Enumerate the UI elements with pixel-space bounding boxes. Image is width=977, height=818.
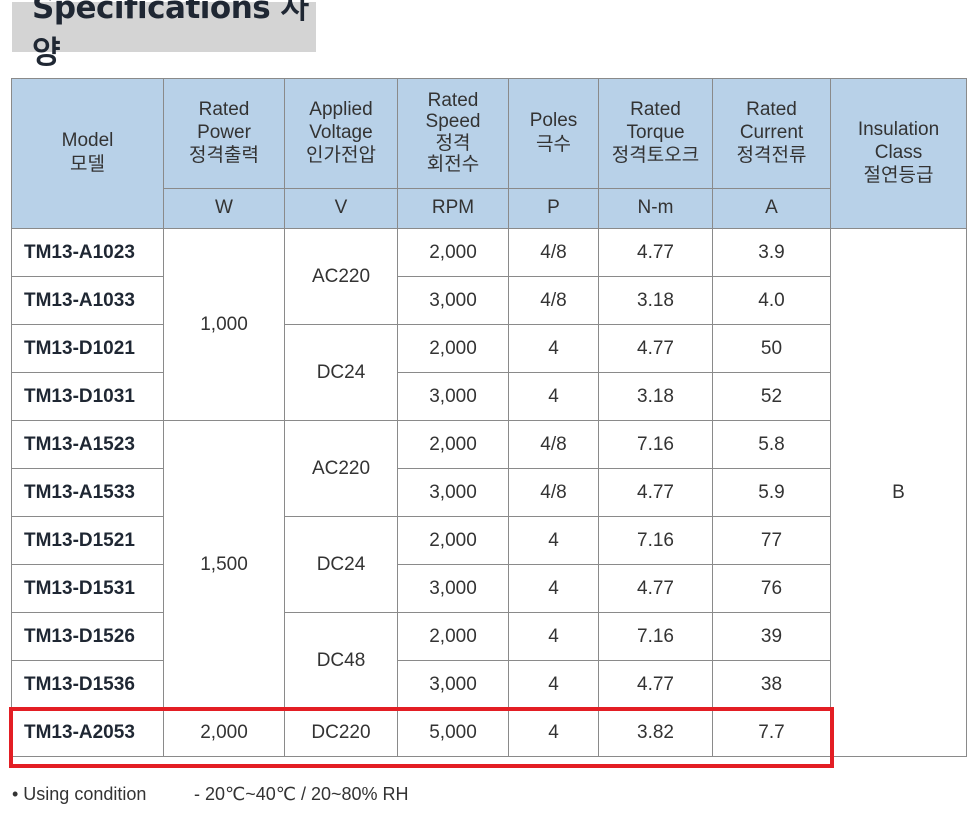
- header-torque: Rated Torque 정격토오크: [598, 78, 713, 189]
- table-row: TM13-D1031 3,000 4 3.18 52: [11, 372, 967, 421]
- note-value: - 20℃~40℃ / 20~80% RH: [194, 784, 409, 804]
- model-cell: TM13-A1523: [11, 420, 164, 469]
- poles-cell: 4: [508, 324, 599, 373]
- voltage-cell: DC24: [284, 516, 398, 613]
- table-row: TM13-A1533 3,000 4/8 4.77 5.9: [11, 468, 967, 517]
- insulation-cell: B: [830, 228, 967, 757]
- table-row: TM13-D1526 DC48 2,000 4 7.16 39: [11, 612, 967, 709]
- speed-cell: 2,000: [397, 228, 509, 277]
- poles-cell: 4/8: [508, 276, 599, 325]
- power-cell: 1,500: [163, 420, 285, 709]
- power-cell: 2,000: [163, 708, 285, 757]
- poles-cell: 4: [508, 612, 599, 661]
- speed-cell: 3,000: [397, 276, 509, 325]
- model-cell: TM13-D1526: [11, 612, 164, 661]
- table-row-highlighted: TM13-A2053 2,000 DC220 5,000 4 3.82 7.7: [11, 708, 967, 757]
- table-row: TM13-A1523 1,500 AC220 2,000 4/8 7.16 5.…: [11, 420, 967, 709]
- header-voltage: Applied Voltage 인가전압: [284, 78, 398, 189]
- current-cell: 38: [712, 660, 831, 709]
- spec-table: Model 모델 Rated Power 정격출력 Applied Voltage 인가전…: [11, 78, 967, 757]
- torque-cell: 3.82: [598, 708, 713, 757]
- table-row: TM13-D1521 DC24 2,000 4 7.16 77: [11, 516, 967, 613]
- current-cell: 52: [712, 372, 831, 421]
- speed-cell: 3,000: [397, 372, 509, 421]
- current-cell: 5.9: [712, 468, 831, 517]
- poles-cell: 4: [508, 372, 599, 421]
- torque-cell: 7.16: [598, 420, 713, 469]
- speed-cell: 3,000: [397, 564, 509, 613]
- note-label: • Using condition: [12, 784, 147, 804]
- table-row: TM13-D1536 3,000 4 4.77 38: [11, 660, 967, 709]
- model-cell: TM13-A1023: [11, 228, 164, 277]
- torque-cell: 7.16: [598, 612, 713, 661]
- poles-cell: 4: [508, 516, 599, 565]
- current-cell: 77: [712, 516, 831, 565]
- header-model: Model 모델: [11, 78, 164, 229]
- unit-speed: RPM: [397, 188, 509, 229]
- speed-cell: 2,000: [397, 612, 509, 661]
- model-cell: TM13-D1521: [11, 516, 164, 565]
- header-power: Rated Power 정격출력: [163, 78, 285, 189]
- current-cell: 7.7: [712, 708, 831, 757]
- voltage-cell: AC220: [284, 420, 398, 517]
- speed-cell: 3,000: [397, 468, 509, 517]
- torque-cell: 3.18: [598, 372, 713, 421]
- model-cell: TM13-D1536: [11, 660, 164, 709]
- current-cell: 5.8: [712, 420, 831, 469]
- speed-cell: 2,000: [397, 420, 509, 469]
- poles-cell: 4: [508, 660, 599, 709]
- poles-cell: 4/8: [508, 420, 599, 469]
- table-row: TM13-A1023 1,000 AC220 2,000 4/8 4.77 3.…: [11, 228, 967, 757]
- poles-cell: 4: [508, 708, 599, 757]
- speed-cell: 5,000: [397, 708, 509, 757]
- header-speed: Rated Speed 정격 회전수: [397, 78, 509, 189]
- poles-cell: 4/8: [508, 228, 599, 277]
- speed-cell: 3,000: [397, 660, 509, 709]
- header-insulation: Insulation Class 절연등급: [830, 78, 967, 229]
- title-box: Specifications 사양: [12, 0, 316, 71]
- torque-cell: 4.77: [598, 228, 713, 277]
- model-cell: TM13-D1021: [11, 324, 164, 373]
- voltage-cell: DC48: [284, 612, 398, 709]
- torque-cell: 7.16: [598, 516, 713, 565]
- current-cell: 50: [712, 324, 831, 373]
- torque-cell: 3.18: [598, 276, 713, 325]
- voltage-cell: DC220: [284, 708, 398, 757]
- poles-cell: 4: [508, 564, 599, 613]
- table-row: TM13-D1531 3,000 4 4.77 76: [11, 564, 967, 613]
- model-cell: TM13-D1531: [11, 564, 164, 613]
- unit-poles: P: [508, 188, 599, 229]
- model-cell: TM13-A2053: [11, 708, 164, 757]
- current-cell: 76: [712, 564, 831, 613]
- torque-cell: 4.77: [598, 468, 713, 517]
- header-current: Rated Current 정격전류: [712, 78, 831, 189]
- model-cell: TM13-A1533: [11, 468, 164, 517]
- unit-power: W: [163, 188, 285, 229]
- table-row: TM13-A1033 3,000 4/8 3.18 4.0: [11, 276, 967, 325]
- voltage-cell: DC24: [284, 324, 398, 421]
- header-row: Model 모델 Rated Power 정격출력 Applied Voltage 인가전…: [11, 78, 967, 229]
- current-cell: 4.0: [712, 276, 831, 325]
- unit-torque: N-m: [598, 188, 713, 229]
- power-cell: 1,000: [163, 228, 285, 421]
- page-title: Specifications 사양: [32, 0, 309, 71]
- current-cell: 39: [712, 612, 831, 661]
- header-poles: Poles 극수: [508, 78, 599, 189]
- unit-voltage: V: [284, 188, 398, 229]
- poles-cell: 4/8: [508, 468, 599, 517]
- speed-cell: 2,000: [397, 324, 509, 373]
- torque-cell: 4.77: [598, 660, 713, 709]
- speed-cell: 2,000: [397, 516, 509, 565]
- torque-cell: 4.77: [598, 564, 713, 613]
- current-cell: 3.9: [712, 228, 831, 277]
- unit-current: A: [712, 188, 831, 229]
- table-row: TM13-D1021 DC24 2,000 4 4.77 50: [11, 324, 967, 421]
- model-cell: TM13-A1033: [11, 276, 164, 325]
- model-cell: TM13-D1031: [11, 372, 164, 421]
- voltage-cell: AC220: [284, 228, 398, 325]
- torque-cell: 4.77: [598, 324, 713, 373]
